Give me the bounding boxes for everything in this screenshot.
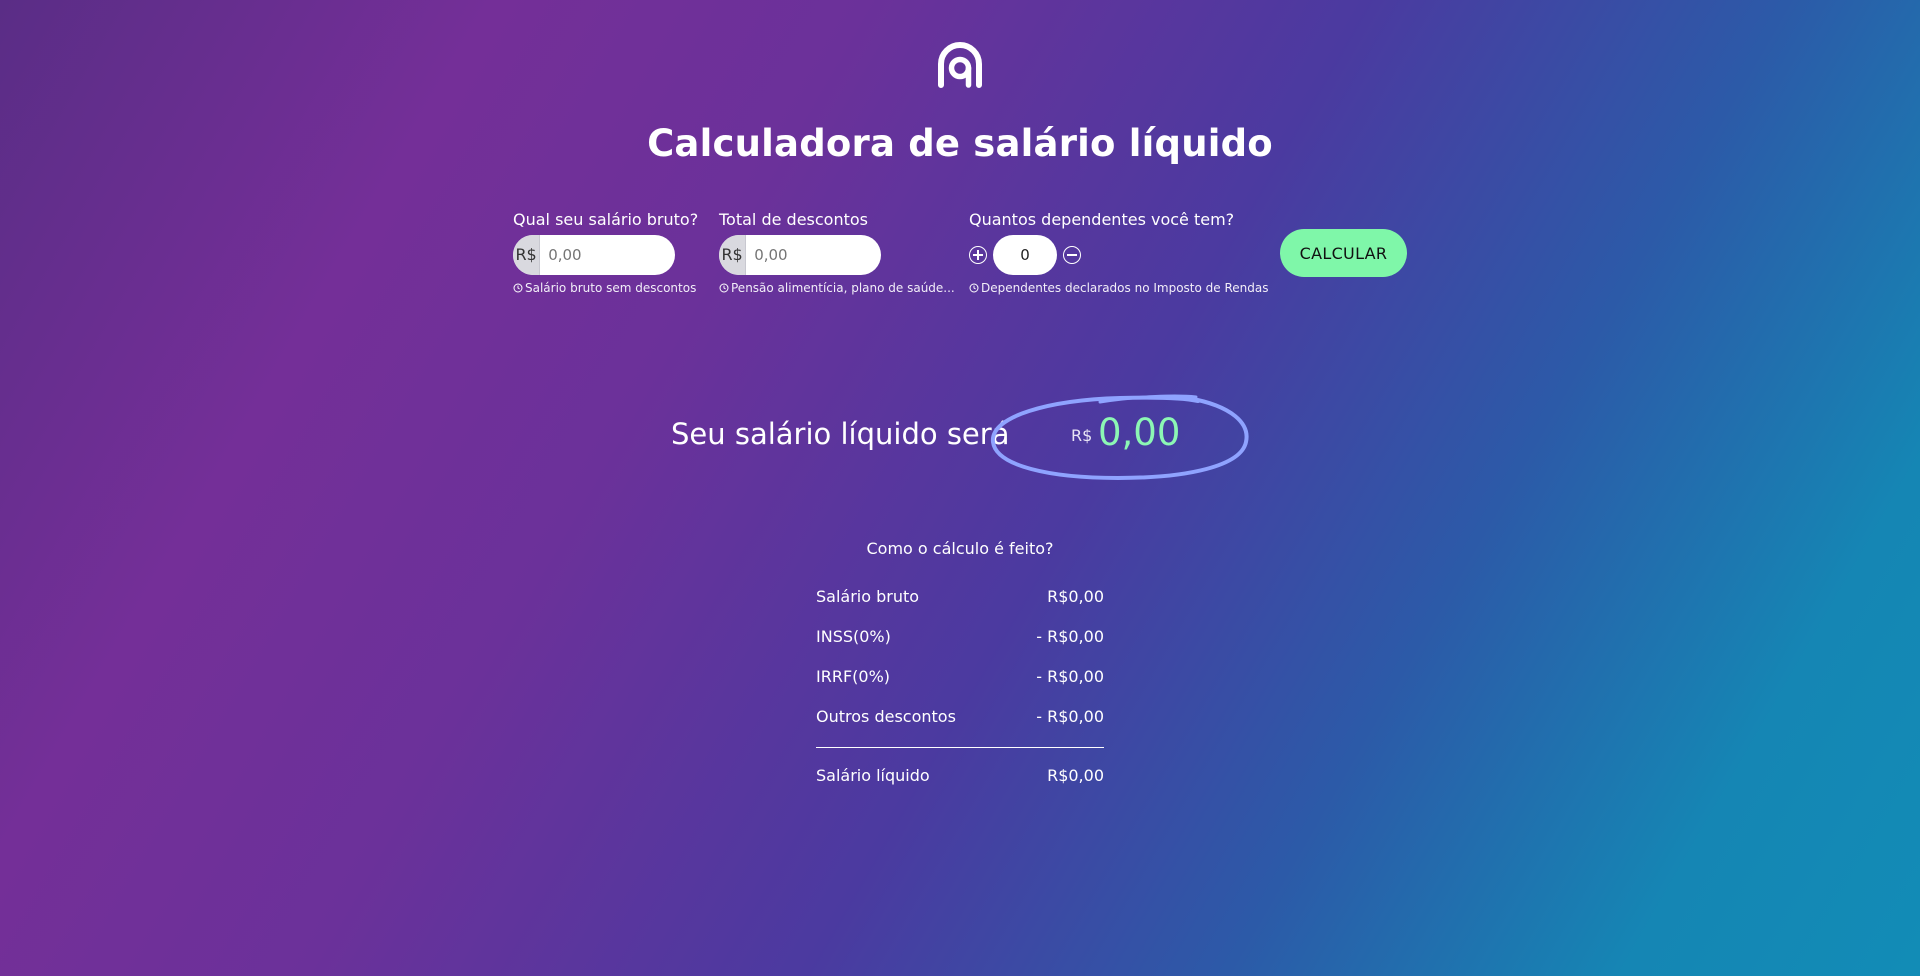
info-clock-icon [969,283,979,293]
gross-salary-label: Qual seu salário bruto? [513,210,699,229]
page-title: Calculadora de salário líquido [647,122,1273,165]
discounts-label: Total de descontos [719,210,868,229]
gross-salary-hint-text: Salário bruto sem descontos [525,281,697,295]
breakdown-row-value: - R$0,00 [1036,627,1104,646]
gross-salary-input-group: R$ [513,235,675,275]
breakdown-row-value: R$0,00 [1047,587,1104,606]
gross-salary-field: Qual seu salário bruto? R$ Salário bruto… [513,210,699,295]
breakdown-row-other: Outros descontos - R$0,00 [816,705,1104,745]
info-clock-icon [513,283,523,293]
calculate-button[interactable]: CALCULAR [1280,229,1407,277]
breakdown-row-irrf: IRRF(0%) - R$0,00 [816,665,1104,705]
gross-salary-hint: Salário bruto sem descontos [513,281,696,295]
currency-prefix: R$ [719,235,747,275]
breakdown-total-value: R$0,00 [1047,766,1104,785]
discounts-input-group: R$ [719,235,881,275]
breakdown-total-label: Salário líquido [816,766,930,785]
plus-circle-icon[interactable] [969,246,987,264]
breakdown-row-gross: Salário bruto R$0,00 [816,585,1104,625]
net-salary-result: Seu salário líquido será R$ 0,00 [0,392,1920,482]
gross-salary-input[interactable] [540,235,675,275]
breakdown-row-label: INSS(0%) [816,627,891,646]
info-clock-icon [719,283,729,293]
breakdown-row-net: Salário líquido R$0,00 [816,764,1104,804]
discounts-input[interactable] [746,235,881,275]
dependents-hint-text: Dependentes declarados no Imposto de Ren… [981,281,1269,295]
dependents-label: Quantos dependentes você tem? [969,210,1235,229]
currency-prefix: R$ [513,235,541,275]
discounts-field: Total de descontos R$ Pensão alimentícia… [719,210,955,295]
dependents-field: Quantos dependentes você tem? 0 Dependen… [969,210,1268,295]
dependents-stepper: 0 [969,235,1249,275]
breakdown-row-value: - R$0,00 [1036,707,1104,726]
breakdown-row-inss: INSS(0%) - R$0,00 [816,625,1104,665]
breakdown-divider [816,747,1104,748]
breakdown-title: Como o cálculo é feito? [866,539,1054,558]
minus-circle-icon[interactable] [1063,246,1081,264]
breakdown-row-value: - R$0,00 [1036,667,1104,686]
dependents-hint: Dependentes declarados no Imposto de Ren… [969,281,1268,295]
dependents-count[interactable]: 0 [993,235,1057,275]
breakdown-row-label: IRRF(0%) [816,667,891,686]
ame-logo-icon [938,42,982,88]
result-currency: R$ [1071,426,1093,445]
discounts-hint-text: Pensão alimentícia, plano de saúde... [731,281,955,295]
discounts-hint: Pensão alimentícia, plano de saúde... [719,281,955,295]
breakdown-row-label: Salário bruto [816,587,920,606]
breakdown-row-label: Outros descontos [816,707,956,726]
net-salary-value: 0,00 [1098,411,1181,454]
breakdown-table: Salário bruto R$0,00 INSS(0%) - R$0,00 I… [816,585,1104,804]
net-salary-label: Seu salário líquido será [671,417,1010,451]
